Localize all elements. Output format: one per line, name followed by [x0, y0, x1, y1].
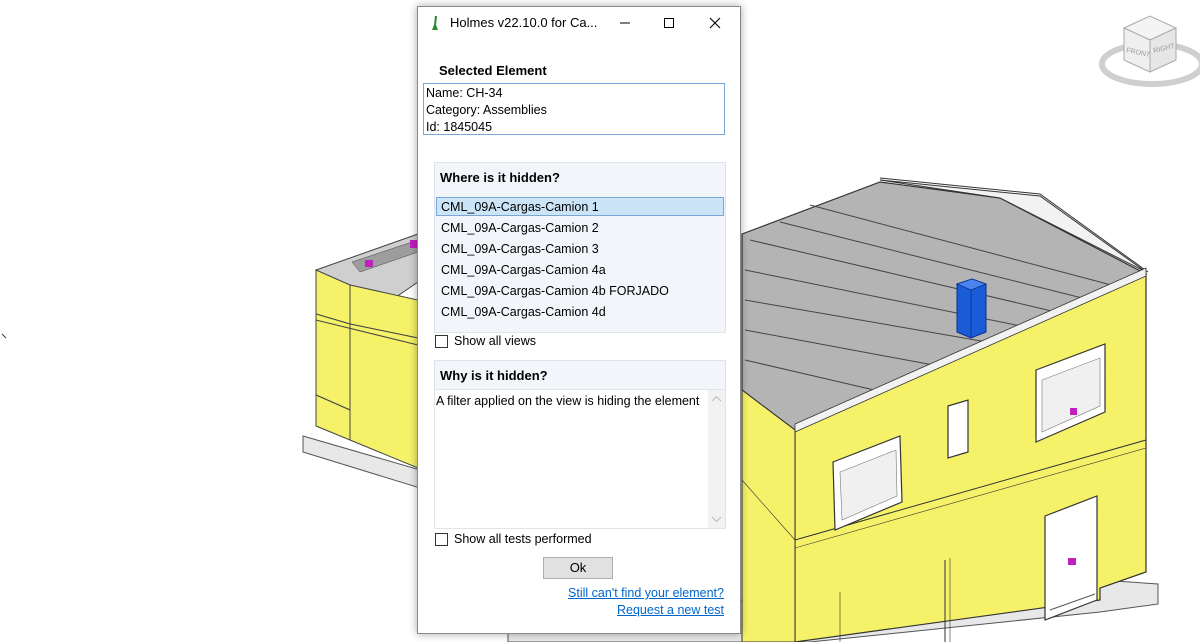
left-building-volume — [302, 233, 421, 489]
hidden-view-item[interactable]: CML_09A-Cargas-Camion 1 — [436, 197, 724, 216]
show-all-views-checkbox[interactable] — [435, 334, 448, 348]
why-hidden-textbox[interactable]: A filter applied on the view is hiding t… — [434, 389, 726, 529]
cursor-mark — [1, 333, 7, 339]
hidden-reason-text: A filter applied on the view is hiding t… — [436, 394, 700, 408]
show-all-tests-checkbox[interactable] — [435, 532, 448, 546]
selected-element-info: Name: CH-34 Category: Assemblies Id: 184… — [423, 83, 725, 135]
dialog-title: Holmes v22.10.0 for Ca... — [450, 15, 598, 30]
ok-button[interactable]: Ok — [543, 557, 613, 579]
show-all-views-row[interactable]: Show all views — [435, 334, 536, 348]
where-hidden-heading: Where is it hidden? — [440, 170, 560, 185]
holmes-app-icon — [432, 16, 438, 30]
hidden-view-item[interactable]: CML_09A-Cargas-Camion 2 — [437, 219, 723, 238]
show-all-tests-row[interactable]: Show all tests performed — [435, 532, 592, 546]
scroll-down-icon[interactable] — [708, 511, 725, 528]
maximize-icon — [664, 18, 674, 28]
hidden-view-item[interactable]: CML_09A-Cargas-Camion 4a — [437, 261, 723, 280]
element-id: Id: 1845045 — [426, 120, 493, 134]
hidden-view-item[interactable]: CML_09A-Cargas-Camion 4b FORJADO — [437, 282, 723, 301]
minimize-icon — [620, 22, 630, 24]
close-button[interactable] — [692, 7, 738, 39]
selected-element-heading: Selected Element — [439, 63, 547, 78]
dialog-titlebar[interactable]: Holmes v22.10.0 for Ca... — [418, 7, 740, 39]
maximize-button[interactable] — [646, 7, 692, 39]
highlighted-element-ch34[interactable] — [955, 278, 988, 339]
minimize-button[interactable] — [602, 7, 648, 39]
show-all-tests-label[interactable]: Show all tests performed — [454, 532, 592, 546]
element-name: Name: CH-34 — [426, 86, 503, 100]
hidden-view-item[interactable]: CML_09A-Cargas-Camion 4d — [437, 303, 723, 322]
holmes-dialog: Holmes v22.10.0 for Ca... Selected Eleme… — [417, 6, 741, 634]
element-category: Category: Assemblies — [426, 103, 547, 117]
show-all-views-label[interactable]: Show all views — [454, 334, 536, 348]
close-icon — [709, 17, 721, 29]
reason-scrollbar[interactable] — [708, 390, 725, 528]
cant-find-element-link[interactable]: Still can't find your element? — [568, 586, 724, 600]
view-cube[interactable]: FRONT RIGHT — [1094, 6, 1200, 96]
scroll-up-icon[interactable] — [708, 390, 725, 407]
why-hidden-heading: Why is it hidden? — [440, 368, 548, 383]
hidden-view-item[interactable]: CML_09A-Cargas-Camion 3 — [437, 240, 723, 259]
request-new-test-link[interactable]: Request a new test — [617, 603, 724, 617]
